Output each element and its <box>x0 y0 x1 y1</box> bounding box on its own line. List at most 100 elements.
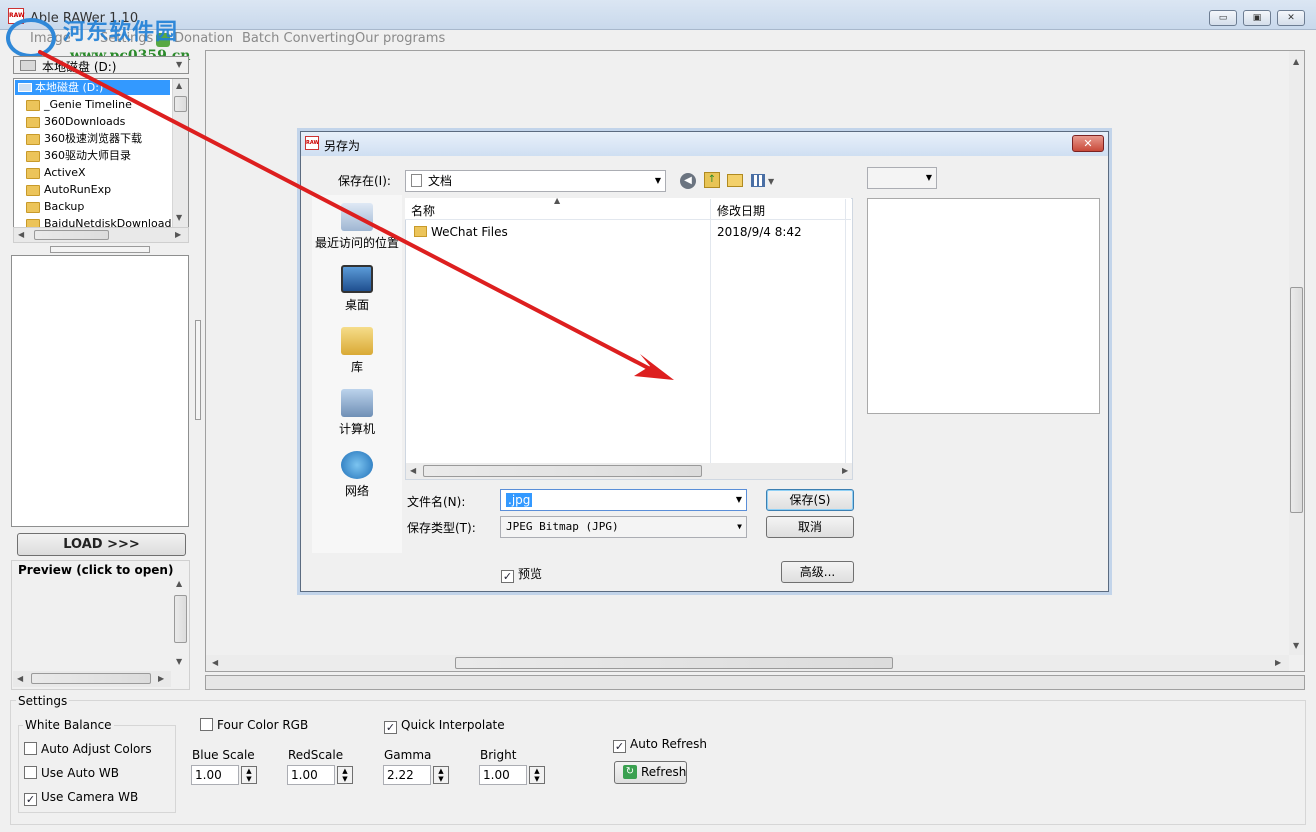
gamma-label: Gamma <box>384 748 432 762</box>
scroll-thumb[interactable] <box>174 96 187 112</box>
use-auto-wb-checkbox[interactable]: Use Auto WB <box>24 766 119 780</box>
checkbox-box[interactable] <box>24 742 37 755</box>
checkbox-box-checked[interactable]: ✓ <box>613 740 626 753</box>
scroll-right-icon[interactable]: ▶ <box>842 466 848 475</box>
menu-donation[interactable]: Donation <box>174 31 233 46</box>
scroll-down-icon[interactable]: ▼ <box>176 657 182 666</box>
close-button[interactable]: ✕ <box>1277 10 1305 26</box>
spinner-arrows-icon[interactable]: ▲ ▼ <box>433 766 449 784</box>
checkbox-box[interactable] <box>200 718 213 731</box>
checkbox-box-checked[interactable]: ✓ <box>501 570 514 583</box>
place-computer[interactable]: 计算机 <box>312 389 402 437</box>
scroll-up-icon[interactable]: ▲ <box>176 81 182 90</box>
scroll-right-icon[interactable]: ▶ <box>1275 658 1281 667</box>
tree-item[interactable]: AutoRunExp <box>26 181 111 198</box>
preview-horizontal-scrollbar[interactable]: ◀ ▶ <box>13 671 171 687</box>
tree-item[interactable]: Backup <box>26 198 84 215</box>
advanced-button[interactable]: 高级... <box>781 561 854 583</box>
spinner-input[interactable]: 1.00 <box>287 765 335 785</box>
use-camera-wb-checkbox[interactable]: ✓ Use Camera WB <box>24 790 138 806</box>
vertical-splitter[interactable] <box>195 320 201 420</box>
four-color-rgb-checkbox[interactable]: Four Color RGB <box>200 718 308 732</box>
scroll-left-icon[interactable]: ◀ <box>212 658 218 667</box>
tree-item[interactable]: 360驱动大师目录 <box>26 147 131 164</box>
scroll-thumb[interactable] <box>174 595 187 643</box>
canvas-vertical-scrollbar[interactable]: ▲ ▼ <box>1289 51 1304 655</box>
red-scale-spinner[interactable]: 1.00 ▲ ▼ <box>287 765 353 785</box>
scroll-right-icon[interactable]: ▶ <box>175 230 181 239</box>
chevron-down-icon: ▼ <box>654 176 661 185</box>
save-in-combo[interactable]: 文档 ▼ <box>405 170 666 192</box>
preview-checkbox[interactable]: ✓ 预览 <box>501 565 542 583</box>
file-list[interactable] <box>11 255 189 527</box>
folder-tree[interactable]: _Genie Timeline 360Downloads 360极速浏览器下载 … <box>13 78 189 228</box>
place-network[interactable]: 网络 <box>312 451 402 499</box>
tree-item-label: ActiveX <box>44 166 86 179</box>
filetype-select[interactable]: JPEG Bitmap (JPG) ▼ <box>500 516 747 538</box>
back-icon[interactable]: ◀ <box>680 173 696 189</box>
tree-vertical-scrollbar[interactable]: ▲ ▼ <box>172 79 188 227</box>
tree-item[interactable]: ActiveX <box>26 164 86 181</box>
spinner-arrows-icon[interactable]: ▲ ▼ <box>337 766 353 784</box>
maximize-button[interactable]: ▣ <box>1243 10 1271 26</box>
dialog-close-button[interactable]: ✕ <box>1072 135 1104 152</box>
splitter-handle[interactable] <box>50 246 150 253</box>
gamma-spinner[interactable]: 2.22 ▲ ▼ <box>383 765 449 785</box>
scroll-thumb[interactable] <box>455 657 893 669</box>
filename-input[interactable]: .jpg ▼ <box>500 489 747 511</box>
bright-spinner[interactable]: 1.00 ▲ ▼ <box>479 765 545 785</box>
spinner-arrows-icon[interactable]: ▲ ▼ <box>241 766 257 784</box>
new-folder-icon[interactable] <box>727 174 743 187</box>
scroll-left-icon[interactable]: ◀ <box>410 466 416 475</box>
scroll-thumb[interactable] <box>34 230 109 240</box>
checkbox-box-checked[interactable]: ✓ <box>384 721 397 734</box>
place-recent[interactable]: 最近访问的位置 <box>312 203 402 251</box>
minimize-button[interactable]: ▭ <box>1209 10 1237 26</box>
menu-our-programs[interactable]: Our programs <box>355 31 445 46</box>
spinner-input[interactable]: 1.00 <box>479 765 527 785</box>
scroll-down-icon[interactable]: ▼ <box>1293 641 1299 650</box>
place-desktop[interactable]: 桌面 <box>312 265 402 313</box>
scroll-thumb[interactable] <box>423 465 702 477</box>
quick-interpolate-checkbox[interactable]: ✓ Quick Interpolate <box>384 718 505 734</box>
load-button[interactable]: LOAD >>> <box>17 533 186 556</box>
checkbox-box[interactable] <box>24 766 37 779</box>
scroll-up-icon[interactable]: ▲ <box>1293 57 1299 66</box>
column-modified-date[interactable]: 修改日期 <box>717 202 765 219</box>
auto-adjust-colors-checkbox[interactable]: Auto Adjust Colors <box>24 742 152 756</box>
column-name[interactable]: 名称 <box>411 202 435 219</box>
tree-item[interactable]: _Genie Timeline <box>26 96 132 113</box>
preview-vertical-scrollbar[interactable]: ▲ ▼ <box>173 577 188 669</box>
tree-item-selected[interactable]: 本地磁盘 (D:) <box>15 80 170 95</box>
canvas-horizontal-scrollbar[interactable]: ◀ ▶ <box>206 655 1289 671</box>
checkbox-box-checked[interactable]: ✓ <box>24 793 37 806</box>
up-folder-icon[interactable]: ↑ <box>704 172 720 188</box>
auto-refresh-checkbox[interactable]: ✓ Auto Refresh <box>613 737 707 753</box>
tree-horizontal-scrollbar[interactable]: ◀ ▶ <box>13 227 189 243</box>
view-menu-icon[interactable] <box>751 174 765 187</box>
place-library[interactable]: 库 <box>312 327 402 375</box>
tree-item[interactable]: 360Downloads <box>26 113 125 130</box>
cancel-button[interactable]: 取消 <box>766 516 854 538</box>
chevron-down-icon[interactable]: ▼ <box>736 490 742 510</box>
scroll-left-icon[interactable]: ◀ <box>17 674 23 683</box>
file-row-name[interactable]: WeChat Files <box>431 225 508 239</box>
file-view-horizontal-scrollbar[interactable]: ◀ ▶ <box>406 463 852 479</box>
scroll-up-icon[interactable]: ▲ <box>176 579 182 588</box>
spinner-input[interactable]: 2.22 <box>383 765 431 785</box>
scroll-left-icon[interactable]: ◀ <box>18 230 24 239</box>
scroll-thumb[interactable] <box>1290 287 1303 513</box>
save-button[interactable]: 保存(S) <box>766 489 854 511</box>
scroll-right-icon[interactable]: ▶ <box>158 674 164 683</box>
menu-batch-converting[interactable]: Batch Converting <box>242 31 355 46</box>
file-view[interactable] <box>405 198 853 480</box>
spinner-arrows-icon[interactable]: ▲ ▼ <box>529 766 545 784</box>
tree-item[interactable]: 360极速浏览器下载 <box>26 130 142 147</box>
tree-item[interactable]: BaiduNetdiskDownload <box>26 215 171 227</box>
spinner-input[interactable]: 1.00 <box>191 765 239 785</box>
blue-scale-spinner[interactable]: 1.00 ▲ ▼ <box>191 765 257 785</box>
chevron-down-icon[interactable]: ▼ <box>768 177 774 186</box>
preview-option-select[interactable]: ▼ <box>867 167 937 189</box>
scroll-thumb[interactable] <box>31 673 151 684</box>
scroll-down-icon[interactable]: ▼ <box>176 213 182 222</box>
